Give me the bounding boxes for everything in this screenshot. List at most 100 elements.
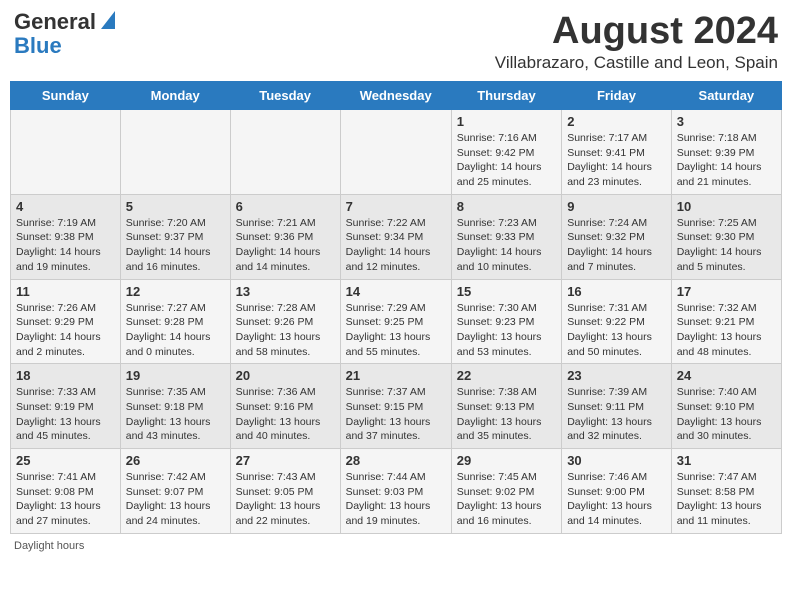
day-number: 1 xyxy=(457,114,556,129)
day-number: 21 xyxy=(346,368,446,383)
day-number: 18 xyxy=(16,368,115,383)
calendar-cell: 9Sunrise: 7:24 AM Sunset: 9:32 PM Daylig… xyxy=(562,194,672,279)
day-number: 7 xyxy=(346,199,446,214)
calendar-cell: 29 Sunrise: 7:45 AM Sunset: 9:02 PM Dayli… xyxy=(451,449,561,534)
day-info: Sunrise: 7:33 AM Sunset: 9:19 PM Dayligh… xyxy=(16,385,115,444)
day-info: Sunrise: 7:41 AM Sunset: 9:08 PM Dayligh… xyxy=(16,470,115,529)
day-info: Sunrise: 7:22 AM Sunset: 9:34 PM Dayligh… xyxy=(346,216,446,275)
calendar-header: SundayMondayTuesdayWednesdayThursdayFrid… xyxy=(11,82,782,110)
day-info: Sunrise: 7:23 AM Sunset: 9:33 PM Dayligh… xyxy=(457,216,556,275)
page-header: General Blue August 2024 Villabrazaro, C… xyxy=(10,10,782,73)
day-number: 25 xyxy=(16,453,115,468)
day-info: Sunrise: 7:37 AM Sunset: 9:15 PM Dayligh… xyxy=(346,385,446,444)
logo: General Blue xyxy=(14,10,115,58)
calendar-cell: 21 Sunrise: 7:37 AM Sunset: 9:15 PM Dayli… xyxy=(340,364,451,449)
day-number: 12 xyxy=(126,284,225,299)
calendar-cell: 17 Sunrise: 7:32 AM Sunset: 9:21 PM Dayli… xyxy=(671,279,781,364)
day-number: 8 xyxy=(457,199,556,214)
title-block: August 2024 Villabrazaro, Castille and L… xyxy=(495,10,778,73)
day-number: 3 xyxy=(677,114,776,129)
calendar-week-4: 18 Sunrise: 7:33 AM Sunset: 9:19 PM Dayli… xyxy=(11,364,782,449)
calendar-week-1: 1 Sunrise: 7:16 AM Sunset: 9:42 PM Daylig… xyxy=(11,110,782,195)
day-info: Sunrise: 7:36 AM Sunset: 9:16 PM Dayligh… xyxy=(236,385,335,444)
calendar-cell: 3 Sunrise: 7:18 AM Sunset: 9:39 PM Daylig… xyxy=(671,110,781,195)
calendar-cell: 31Sunrise: 7:47 AM Sunset: 8:58 PM Dayli… xyxy=(671,449,781,534)
header-day-saturday: Saturday xyxy=(671,82,781,110)
page-subtitle: Villabrazaro, Castille and Leon, Spain xyxy=(495,53,778,73)
calendar-cell: 12 Sunrise: 7:27 AM Sunset: 9:28 PM Dayli… xyxy=(120,279,230,364)
header-day-monday: Monday xyxy=(120,82,230,110)
logo-general: General xyxy=(14,10,96,34)
calendar-cell: 14Sunrise: 7:29 AM Sunset: 9:25 PM Dayli… xyxy=(340,279,451,364)
day-number: 30 xyxy=(567,453,666,468)
day-number: 13 xyxy=(236,284,335,299)
day-number: 22 xyxy=(457,368,556,383)
calendar-cell: 30 Sunrise: 7:46 AM Sunset: 9:00 PM Dayli… xyxy=(562,449,672,534)
day-info: Sunrise: 7:16 AM Sunset: 9:42 PM Dayligh… xyxy=(457,131,556,190)
calendar-cell: 8 Sunrise: 7:23 AM Sunset: 9:33 PM Daylig… xyxy=(451,194,561,279)
day-info: Sunrise: 7:17 AM Sunset: 9:41 PM Dayligh… xyxy=(567,131,666,190)
calendar-cell: 19 Sunrise: 7:35 AM Sunset: 9:18 PM Dayli… xyxy=(120,364,230,449)
header-day-sunday: Sunday xyxy=(11,82,121,110)
calendar-cell: 18 Sunrise: 7:33 AM Sunset: 9:19 PM Dayli… xyxy=(11,364,121,449)
day-info: Sunrise: 7:27 AM Sunset: 9:28 PM Dayligh… xyxy=(126,301,225,360)
day-info: Sunrise: 7:46 AM Sunset: 9:00 PM Dayligh… xyxy=(567,470,666,529)
day-info: Sunrise: 7:18 AM Sunset: 9:39 PM Dayligh… xyxy=(677,131,776,190)
day-number: 2 xyxy=(567,114,666,129)
header-row: SundayMondayTuesdayWednesdayThursdayFrid… xyxy=(11,82,782,110)
calendar-cell: 10 Sunrise: 7:25 AM Sunset: 9:30 PM Dayli… xyxy=(671,194,781,279)
day-info: Sunrise: 7:26 AM Sunset: 9:29 PM Dayligh… xyxy=(16,301,115,360)
day-number: 24 xyxy=(677,368,776,383)
day-number: 19 xyxy=(126,368,225,383)
calendar-cell: 2 Sunrise: 7:17 AM Sunset: 9:41 PM Daylig… xyxy=(562,110,672,195)
calendar-cell: 5 Sunrise: 7:20 AM Sunset: 9:37 PM Daylig… xyxy=(120,194,230,279)
day-info: Sunrise: 7:32 AM Sunset: 9:21 PM Dayligh… xyxy=(677,301,776,360)
logo-triangle-icon xyxy=(97,11,115,29)
day-info: Sunrise: 7:28 AM Sunset: 9:26 PM Dayligh… xyxy=(236,301,335,360)
calendar-cell: 20Sunrise: 7:36 AM Sunset: 9:16 PM Dayli… xyxy=(230,364,340,449)
day-info: Sunrise: 7:25 AM Sunset: 9:30 PM Dayligh… xyxy=(677,216,776,275)
day-info: Sunrise: 7:20 AM Sunset: 9:37 PM Dayligh… xyxy=(126,216,225,275)
logo-blue: Blue xyxy=(14,34,115,58)
day-info: Sunrise: 7:19 AM Sunset: 9:38 PM Dayligh… xyxy=(16,216,115,275)
calendar-cell xyxy=(340,110,451,195)
calendar-cell: 13 Sunrise: 7:28 AM Sunset: 9:26 PM Dayli… xyxy=(230,279,340,364)
calendar-cell: 6 Sunrise: 7:21 AM Sunset: 9:36 PM Daylig… xyxy=(230,194,340,279)
day-number: 27 xyxy=(236,453,335,468)
page-title: August 2024 xyxy=(495,10,778,53)
calendar-cell: 26Sunrise: 7:42 AM Sunset: 9:07 PM Dayli… xyxy=(120,449,230,534)
day-number: 17 xyxy=(677,284,776,299)
calendar-cell: 15Sunrise: 7:30 AM Sunset: 9:23 PM Dayli… xyxy=(451,279,561,364)
calendar-table: SundayMondayTuesdayWednesdayThursdayFrid… xyxy=(10,81,782,534)
day-info: Sunrise: 7:44 AM Sunset: 9:03 PM Dayligh… xyxy=(346,470,446,529)
day-info: Sunrise: 7:42 AM Sunset: 9:07 PM Dayligh… xyxy=(126,470,225,529)
header-day-thursday: Thursday xyxy=(451,82,561,110)
day-number: 16 xyxy=(567,284,666,299)
calendar-cell xyxy=(11,110,121,195)
header-day-friday: Friday xyxy=(562,82,672,110)
calendar-cell: 23 Sunrise: 7:39 AM Sunset: 9:11 PM Dayli… xyxy=(562,364,672,449)
day-number: 6 xyxy=(236,199,335,214)
day-info: Sunrise: 7:29 AM Sunset: 9:25 PM Dayligh… xyxy=(346,301,446,360)
day-info: Sunrise: 7:45 AM Sunset: 9:02 PM Dayligh… xyxy=(457,470,556,529)
calendar-cell: 28 Sunrise: 7:44 AM Sunset: 9:03 PM Dayli… xyxy=(340,449,451,534)
calendar-cell: 27 Sunrise: 7:43 AM Sunset: 9:05 PM Dayli… xyxy=(230,449,340,534)
calendar-week-3: 11Sunrise: 7:26 AM Sunset: 9:29 PM Dayli… xyxy=(11,279,782,364)
day-info: Sunrise: 7:31 AM Sunset: 9:22 PM Dayligh… xyxy=(567,301,666,360)
day-number: 4 xyxy=(16,199,115,214)
calendar-cell: 7 Sunrise: 7:22 AM Sunset: 9:34 PM Daylig… xyxy=(340,194,451,279)
day-number: 10 xyxy=(677,199,776,214)
calendar-cell: 24Sunrise: 7:40 AM Sunset: 9:10 PM Dayli… xyxy=(671,364,781,449)
calendar-cell: 22Sunrise: 7:38 AM Sunset: 9:13 PM Dayli… xyxy=(451,364,561,449)
day-info: Sunrise: 7:35 AM Sunset: 9:18 PM Dayligh… xyxy=(126,385,225,444)
day-number: 5 xyxy=(126,199,225,214)
header-day-wednesday: Wednesday xyxy=(340,82,451,110)
day-number: 28 xyxy=(346,453,446,468)
day-number: 23 xyxy=(567,368,666,383)
day-info: Sunrise: 7:43 AM Sunset: 9:05 PM Dayligh… xyxy=(236,470,335,529)
calendar-cell xyxy=(120,110,230,195)
day-info: Sunrise: 7:30 AM Sunset: 9:23 PM Dayligh… xyxy=(457,301,556,360)
day-info: Sunrise: 7:39 AM Sunset: 9:11 PM Dayligh… xyxy=(567,385,666,444)
day-info: Sunrise: 7:21 AM Sunset: 9:36 PM Dayligh… xyxy=(236,216,335,275)
day-number: 29 xyxy=(457,453,556,468)
